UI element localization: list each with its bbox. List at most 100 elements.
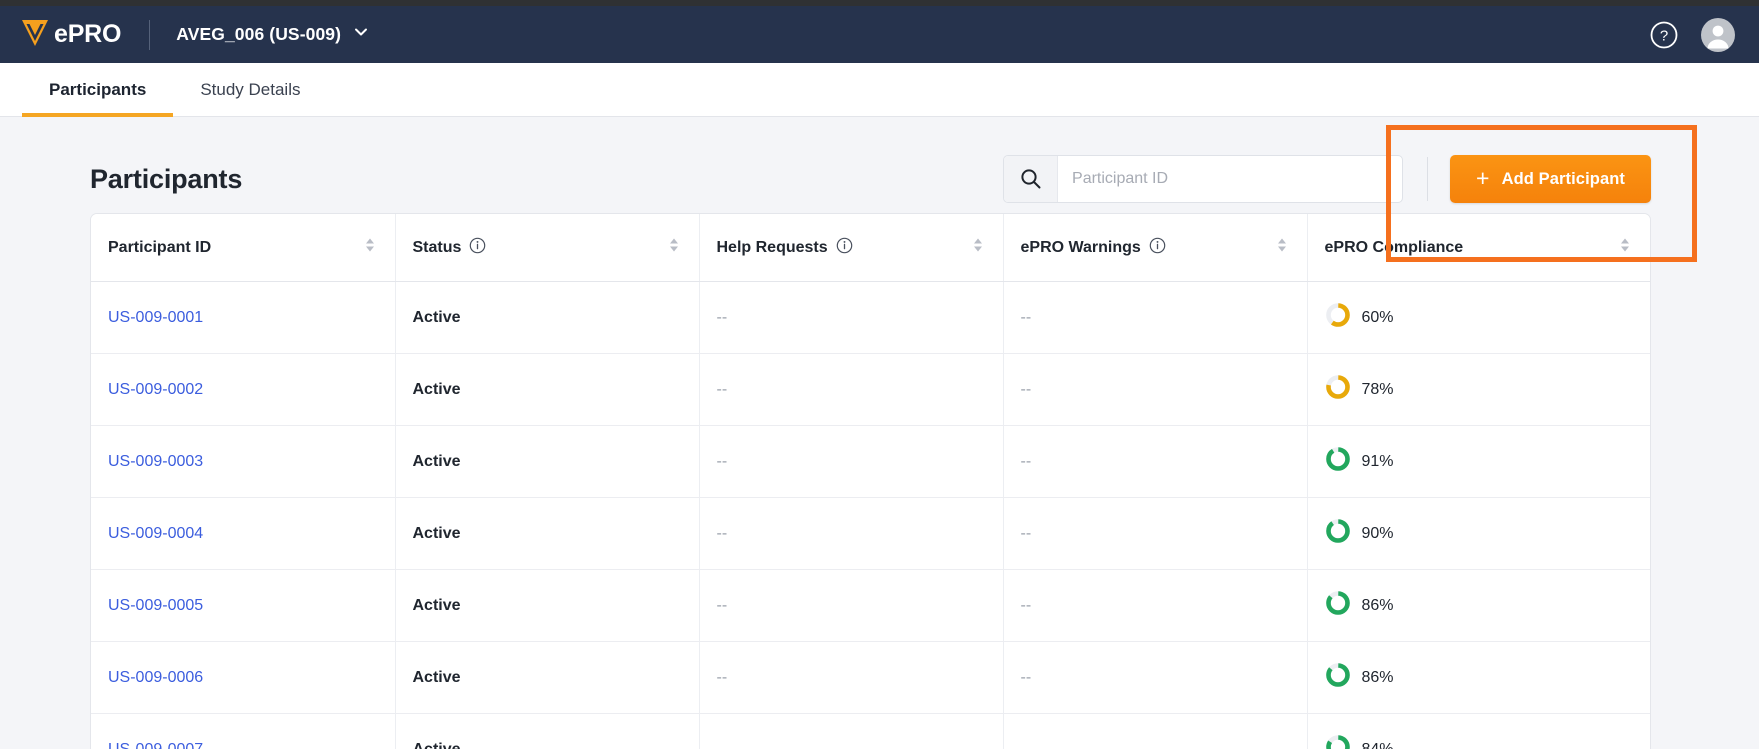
cell-status: Active xyxy=(395,642,699,714)
table-header-cell-0[interactable]: Participant ID xyxy=(91,214,395,282)
cell-epro-warnings: -- xyxy=(1003,282,1307,354)
epro-warnings-value: -- xyxy=(1021,309,1032,326)
compliance-percent: 90% xyxy=(1362,525,1394,543)
tab-participants-label: Participants xyxy=(49,80,146,100)
table-header-cell-1[interactable]: Status xyxy=(395,214,699,282)
info-icon[interactable] xyxy=(836,237,853,259)
participant-id-link[interactable]: US-009-0003 xyxy=(108,453,203,470)
epro-warnings-value: -- xyxy=(1021,525,1032,542)
sort-arrows-icon[interactable] xyxy=(971,236,985,259)
cell-epro-warnings: -- xyxy=(1003,498,1307,570)
search-icon xyxy=(1004,156,1058,202)
epro-warnings-value: -- xyxy=(1021,669,1032,686)
cell-epro-compliance: 86% xyxy=(1307,570,1650,642)
cell-help-requests: -- xyxy=(699,570,1003,642)
participant-id-link[interactable]: US-009-0005 xyxy=(108,597,203,614)
help-circle-icon[interactable]: ? xyxy=(1649,20,1679,50)
brand-logo: ePRO xyxy=(18,15,121,54)
toolbar-actions: + Add Participant xyxy=(1003,155,1651,203)
compliance-percent: 86% xyxy=(1362,669,1394,687)
compliance-percent: 86% xyxy=(1362,597,1394,615)
sort-arrows-icon[interactable] xyxy=(1618,236,1632,259)
table-row: US-009-0005 Active -- -- 86% xyxy=(91,570,1650,642)
participant-id-link[interactable]: US-009-0007 xyxy=(108,741,203,749)
epro-warnings-value: -- xyxy=(1021,381,1032,398)
add-participant-button[interactable]: + Add Participant xyxy=(1450,155,1651,203)
table-row: US-009-0006 Active -- -- 86% xyxy=(91,642,1650,714)
table-header-label: Help Requests xyxy=(717,239,828,257)
sort-arrows-icon[interactable] xyxy=(1275,236,1289,259)
cell-help-requests: -- xyxy=(699,642,1003,714)
cell-status: Active xyxy=(395,498,699,570)
compliance-ring xyxy=(1325,734,1351,749)
cell-epro-warnings: -- xyxy=(1003,354,1307,426)
info-icon[interactable] xyxy=(1149,237,1166,259)
sort-arrows-icon[interactable] xyxy=(667,236,681,259)
help-requests-value: -- xyxy=(717,597,728,614)
compliance-percent: 91% xyxy=(1362,453,1394,471)
participant-id-link[interactable]: US-009-0004 xyxy=(108,525,203,542)
toolbar-separator xyxy=(1427,157,1428,201)
compliance-percent: 78% xyxy=(1362,381,1394,399)
cell-epro-warnings: -- xyxy=(1003,714,1307,749)
cell-epro-compliance: 60% xyxy=(1307,282,1650,354)
help-requests-value: -- xyxy=(717,453,728,470)
cell-participant-id: US-009-0001 xyxy=(91,282,395,354)
status-text: Active xyxy=(413,669,461,686)
table-header-label: ePRO Compliance xyxy=(1325,239,1464,257)
sort-arrows-icon[interactable] xyxy=(363,236,377,259)
participant-id-link[interactable]: US-009-0001 xyxy=(108,309,203,326)
table-header-label: Status xyxy=(413,239,462,257)
status-text: Active xyxy=(413,453,461,470)
cell-status: Active xyxy=(395,714,699,749)
page-toolbar: Participants + Add Participant xyxy=(0,117,1759,213)
svg-text:?: ? xyxy=(1660,27,1668,44)
status-text: Active xyxy=(413,597,461,614)
cell-participant-id: US-009-0006 xyxy=(91,642,395,714)
cell-status: Active xyxy=(395,354,699,426)
table-header-cell-2[interactable]: Help Requests xyxy=(699,214,1003,282)
study-selector[interactable]: AVEG_006 (US-009) xyxy=(176,23,370,46)
epro-warnings-value: -- xyxy=(1021,741,1032,749)
help-requests-value: -- xyxy=(717,669,728,686)
cell-epro-compliance: 90% xyxy=(1307,498,1650,570)
table-header-cell-4[interactable]: ePRO Compliance xyxy=(1307,214,1650,282)
search-box[interactable] xyxy=(1003,155,1403,203)
add-participant-label: Add Participant xyxy=(1502,170,1625,189)
table-header-row: Participant ID Status Help Requests xyxy=(91,214,1650,282)
cell-status: Active xyxy=(395,570,699,642)
brand-name: ePRO xyxy=(54,22,121,47)
cell-help-requests: -- xyxy=(699,282,1003,354)
tab-participants[interactable]: Participants xyxy=(22,63,173,116)
table-head: Participant ID Status Help Requests xyxy=(91,214,1650,282)
participants-table-container: Participant ID Status Help Requests xyxy=(90,213,1651,749)
page-title: Participants xyxy=(90,164,242,195)
info-icon[interactable] xyxy=(469,237,486,259)
user-avatar-icon[interactable] xyxy=(1701,18,1735,52)
table-header-cell-3[interactable]: ePRO Warnings xyxy=(1003,214,1307,282)
epro-warnings-value: -- xyxy=(1021,597,1032,614)
participants-table: Participant ID Status Help Requests xyxy=(91,214,1650,749)
participant-id-link[interactable]: US-009-0002 xyxy=(108,381,203,398)
main-content: Participants + Add Participant xyxy=(0,117,1759,749)
tab-study-details[interactable]: Study Details xyxy=(173,63,327,116)
table-row: US-009-0004 Active -- -- 90% xyxy=(91,498,1650,570)
cell-status: Active xyxy=(395,282,699,354)
search-input[interactable] xyxy=(1058,156,1402,202)
study-selector-label: AVEG_006 (US-009) xyxy=(176,24,341,45)
status-text: Active xyxy=(413,309,461,326)
participant-id-link[interactable]: US-009-0006 xyxy=(108,669,203,686)
cell-status: Active xyxy=(395,426,699,498)
cell-epro-warnings: -- xyxy=(1003,642,1307,714)
table-header-label: ePRO Warnings xyxy=(1021,239,1141,257)
header-divider xyxy=(149,20,150,50)
status-text: Active xyxy=(413,741,461,749)
help-requests-value: -- xyxy=(717,525,728,542)
help-requests-value: -- xyxy=(717,381,728,398)
header-actions: ? xyxy=(1649,18,1735,52)
compliance-ring xyxy=(1325,590,1351,621)
chevron-down-icon xyxy=(352,23,370,46)
status-text: Active xyxy=(413,525,461,542)
compliance-ring xyxy=(1325,446,1351,477)
tab-bar: Participants Study Details xyxy=(0,63,1759,117)
